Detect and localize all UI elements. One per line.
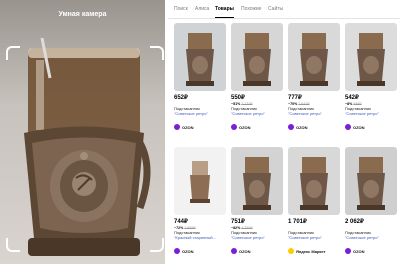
product-image	[174, 23, 226, 91]
product-title-line2: "Советское ретро"	[345, 111, 379, 116]
product-image	[288, 23, 340, 91]
product-image	[174, 147, 226, 215]
ozon-icon	[231, 124, 237, 130]
tab-alice[interactable]: Алисa	[195, 6, 209, 12]
store-link[interactable]: OZON	[231, 124, 251, 130]
store-name: OZON	[353, 248, 365, 254]
ozon-icon	[174, 124, 180, 130]
store-link[interactable]: OZON	[174, 124, 194, 130]
ozon-icon	[174, 248, 180, 254]
crop-handle-bottom-left[interactable]	[6, 238, 20, 252]
product-price: 744₽	[174, 219, 188, 225]
store-link[interactable]: Яндекс Маркет	[288, 248, 326, 254]
ozon-icon	[288, 124, 294, 130]
store-link[interactable]: OZON	[231, 248, 251, 254]
store-link[interactable]: OZON	[174, 248, 194, 254]
store-name: OZON	[239, 248, 251, 254]
crop-handle-top-right[interactable]	[150, 46, 164, 60]
crop-frame[interactable]	[6, 46, 164, 252]
crop-handle-top-left[interactable]	[6, 46, 20, 60]
product-price: 1 701₽	[288, 219, 307, 225]
crop-handle-bottom-right[interactable]	[150, 238, 164, 252]
store-name: OZON	[182, 124, 194, 130]
product-image	[231, 147, 283, 215]
store-name: OZON	[239, 124, 251, 130]
ozon-icon	[345, 248, 351, 254]
store-name: OZON	[353, 124, 365, 130]
ozon-icon	[345, 124, 351, 130]
results-panel: Поиск Алисa Товары Похожие Сайты 652₽ По…	[168, 0, 400, 264]
store-name: Яндекс Маркет	[296, 248, 326, 254]
tab-similar[interactable]: Похожие	[241, 6, 261, 12]
product-price: 777₽	[288, 95, 302, 101]
tab-products[interactable]: Товары	[215, 6, 234, 18]
product-image	[345, 147, 397, 215]
product-image	[231, 23, 283, 91]
product-title-line2: "Советское ретро"	[288, 111, 322, 116]
product-price: 550₽	[231, 95, 245, 101]
store-link[interactable]: OZON	[345, 124, 365, 130]
store-name: OZON	[182, 248, 194, 254]
store-link[interactable]: OZON	[288, 124, 308, 130]
camera-view: Умная камера	[0, 0, 165, 264]
product-price: 751₽	[231, 219, 245, 225]
product-price: 542₽	[345, 95, 359, 101]
result-tabs: Поиск Алисa Товары Похожие Сайты	[168, 0, 400, 19]
ozon-icon	[231, 248, 237, 254]
product-title-line2: "Советское ретро"	[288, 235, 322, 240]
store-name: OZON	[296, 124, 308, 130]
product-image	[345, 23, 397, 91]
product-price: 652₽	[174, 95, 188, 101]
product-title-line2: "Советское ретро"	[231, 111, 265, 116]
product-title-line2: "Советское ретро"	[231, 235, 265, 240]
product-title-line2: "Советское ретро"	[345, 235, 379, 240]
store-link[interactable]: OZON	[345, 248, 365, 254]
product-title-line2: "Красный старинный...	[174, 235, 216, 240]
camera-title: Умная камера	[58, 11, 107, 18]
product-image	[288, 147, 340, 215]
product-title-line2: "Советское ретро"	[174, 111, 208, 116]
yandex-market-icon	[288, 248, 294, 254]
tab-search[interactable]: Поиск	[174, 6, 188, 12]
product-price: 2 062₽	[345, 219, 364, 225]
tab-sites[interactable]: Сайты	[268, 6, 283, 12]
